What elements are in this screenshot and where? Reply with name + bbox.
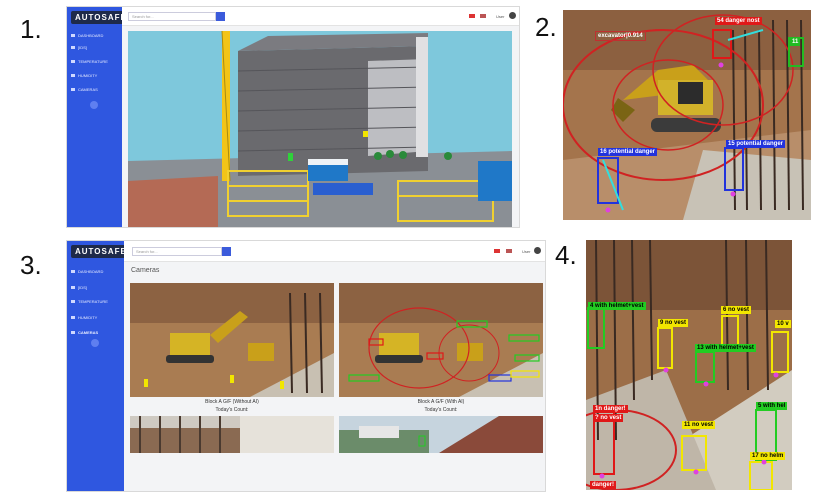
camera-icon [71,88,75,92]
nav-item-humidity[interactable]: HUMIDITY [71,73,97,78]
detection-label-danger-bottom: danger! [590,481,617,489]
user-name: User [496,14,505,19]
sidebar: AUTOSAFE DASHBOARD [IDS] TEMPERATURE HUM… [67,7,131,227]
camera-image-without-ai [130,283,334,397]
detection-label-potential-danger-15: 15 potential danger [726,140,786,148]
detection-label-helmet-vest-4: 4 with helmet+vest [588,302,646,310]
sidebar-toggle-button[interactable] [91,339,99,347]
detection-label-helmet-vest-13: 13 with helmet+vest [695,344,756,352]
detection-label-potential-danger-16: 16 potential danger [598,148,658,156]
dashboard-screenshot: AUTOSAFE DASHBOARD [IDS] TEMPERATURE HUM… [66,6,520,228]
detection-label-no-vest-11: 11 no vest [682,421,716,429]
camera-caption-with-ai: Block A G/F (With AI) [417,399,465,405]
panel-number-4: 4. [555,240,577,270]
ids-icon [71,46,75,50]
dashboard-icon [71,34,75,38]
detection-label-helmet-vest-5: 5 with hel [756,402,788,410]
alert-icon[interactable] [494,249,500,253]
camera-feed-without-ai[interactable]: Block A G/F (Without AI) Today's Count: [130,283,334,453]
camera-image-with-ai [339,283,543,397]
humidity-icon [71,316,75,320]
temperature-icon [71,300,75,304]
avatar[interactable] [509,12,516,19]
excavator-detection-image [563,10,811,220]
detection-label-excavator: excavator|0.914 [595,31,646,41]
nav-item-ids[interactable]: [IDS] [71,285,87,290]
topbar: Search for... User [122,7,519,26]
search-input[interactable]: Search for... [128,12,216,21]
notification-icon[interactable] [506,249,512,253]
detection-label-no-vest-7: ? no vest [593,414,624,422]
nav-item-temperature[interactable]: TEMPERATURE [71,299,108,304]
app-logo: AUTOSAFE [71,245,131,258]
humidity-icon [71,74,75,78]
camera-icon [71,331,75,335]
detection-label-no-vest-10: 10 v [775,320,791,328]
alert-icon[interactable] [469,14,475,18]
detection-label-worker-11: 11 [790,38,801,46]
sidebar-toggle-button[interactable] [90,101,98,109]
panel-number-1: 1. [20,14,42,44]
dashboard-icon [71,270,75,274]
user-name: User [522,249,531,254]
todays-count-with-ai: Today's Count: [424,407,458,413]
panel-number-2: 2. [535,12,557,42]
nav-item-cameras[interactable]: CAMERAS [71,330,98,335]
temperature-icon [71,60,75,64]
detection-label-danger-1: 1n danger! [593,405,628,413]
avatar[interactable] [534,247,541,254]
detection-label-danger: 54 danger nost [715,17,762,25]
cameras-screenshot: AUTOSAFE DASHBOARD [IDS] TEMPERATURE HUM… [66,240,546,492]
nav-item-temperature[interactable]: TEMPERATURE [71,59,108,64]
notification-icon[interactable] [480,14,486,18]
nav-item-ids[interactable]: [IDS] [71,45,87,50]
nav-item-dashboard[interactable]: DASHBOARD [71,269,103,274]
detection-label-no-vest-6: 6 no vest [721,306,752,314]
nav-item-humidity[interactable]: HUMIDITY [71,315,97,320]
search-input[interactable]: Search for... [132,247,222,256]
search-button[interactable] [216,12,225,21]
camera-image-indoor-1 [130,416,334,453]
detection-label-no-helmet-17: 17 no helm [750,452,786,460]
panel-number-3: 3. [20,250,42,280]
camera-feed-with-ai[interactable]: Block A G/F (With AI) Today's Count: [339,283,543,453]
page-title: Cameras [131,267,160,274]
topbar: Search for... User [124,241,545,262]
detection-label-no-vest-9: 9 no vest [658,319,689,327]
camera-caption-without-ai: Block A G/F (Without AI) [205,399,259,405]
nav-item-dashboard[interactable]: DASHBOARD [71,33,103,38]
ids-icon [71,286,75,290]
nav-item-cameras[interactable]: CAMERAS [71,87,98,92]
camera-image-indoor-2 [339,416,543,453]
sidebar: AUTOSAFE DASHBOARD [IDS] TEMPERATURE HUM… [67,241,131,491]
search-button[interactable] [222,247,231,256]
todays-count-without-ai: Today's Count: [215,407,249,413]
building-3d-viewport[interactable] [128,31,512,227]
